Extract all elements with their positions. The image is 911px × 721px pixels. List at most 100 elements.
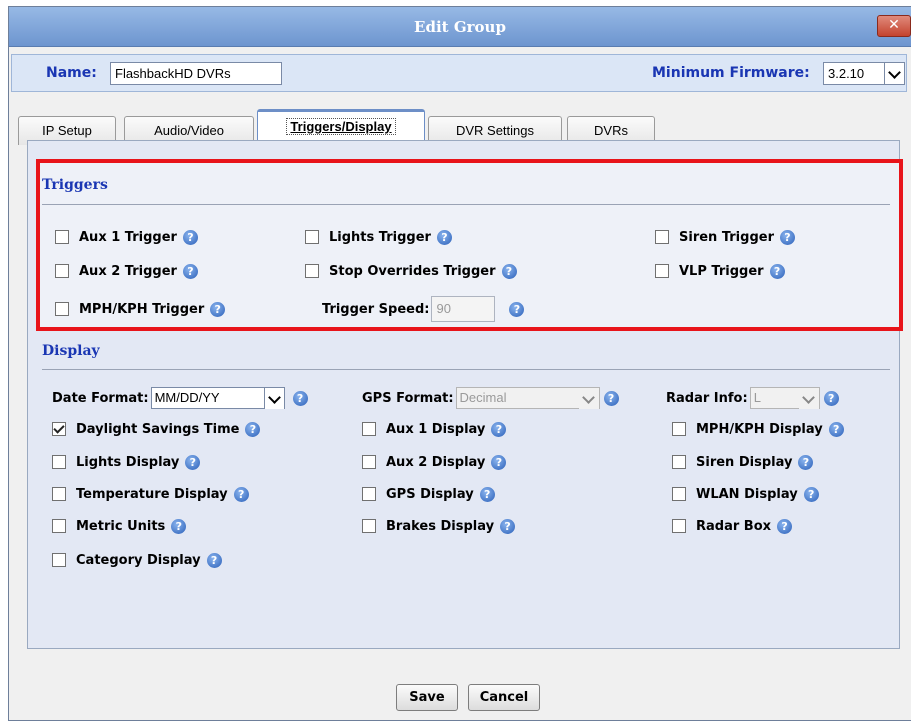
lights-display-option[interactable]: Lights Display ? [52, 453, 201, 471]
tab-label: IP Setup [42, 123, 92, 138]
gps-format-label: GPS Format: [362, 390, 454, 406]
trigger-speed-label: Trigger Speed: [322, 301, 430, 317]
aux1-trigger-label: Aux 1 Trigger [79, 229, 177, 245]
temperature-display-checkbox[interactable] [52, 487, 66, 501]
siren-trigger-checkbox[interactable] [655, 230, 669, 244]
help-icon[interactable]: ? [777, 518, 793, 534]
title-bar[interactable]: Edit Group ✕ [9, 7, 911, 47]
aux1-display-option[interactable]: Aux 1 Display ? [362, 420, 507, 438]
dialog-title: Edit Group [414, 18, 506, 36]
lights-display-checkbox[interactable] [52, 455, 66, 469]
help-icon[interactable]: ? [769, 263, 785, 279]
vlp-trigger-option[interactable]: VLP Trigger ? [655, 262, 785, 280]
mph-kph-display-option[interactable]: MPH/KPH Display ? [672, 420, 844, 438]
help-icon[interactable]: ? [292, 390, 308, 406]
stop-overrides-trigger-checkbox[interactable] [305, 264, 319, 278]
tab-triggers-display[interactable]: Triggers/Display [257, 109, 425, 143]
chevron-down-icon[interactable] [263, 388, 284, 409]
siren-trigger-option[interactable]: Siren Trigger ? [655, 228, 795, 246]
tab-label: Triggers/Display [286, 118, 396, 135]
siren-display-label: Siren Display [696, 454, 793, 470]
help-icon[interactable]: ? [501, 263, 517, 279]
help-icon[interactable]: ? [479, 486, 495, 502]
help-icon[interactable]: ? [509, 301, 525, 317]
brakes-display-checkbox[interactable] [362, 519, 376, 533]
vlp-trigger-label: VLP Trigger [679, 263, 764, 279]
category-display-checkbox[interactable] [52, 553, 66, 567]
temperature-display-option[interactable]: Temperature Display ? [52, 485, 249, 503]
chevron-down-icon[interactable] [578, 388, 599, 409]
aux2-trigger-checkbox[interactable] [55, 264, 69, 278]
radar-box-checkbox[interactable] [672, 519, 686, 533]
help-icon[interactable]: ? [210, 301, 226, 317]
siren-trigger-label: Siren Trigger [679, 229, 774, 245]
help-icon[interactable]: ? [823, 390, 839, 406]
vlp-trigger-checkbox[interactable] [655, 264, 669, 278]
gps-format-select[interactable]: Decimal [455, 387, 600, 409]
aux1-display-checkbox[interactable] [362, 422, 376, 436]
mph-kph-trigger-checkbox[interactable] [55, 302, 69, 316]
help-icon[interactable]: ? [182, 229, 198, 245]
wlan-display-option[interactable]: WLAN Display ? [672, 485, 819, 503]
trigger-speed-input[interactable]: 90 [431, 296, 496, 322]
triggers-section-title: Triggers [42, 177, 108, 193]
category-display-option[interactable]: Category Display ? [52, 551, 222, 569]
metric-units-label: Metric Units [76, 518, 166, 534]
daylight-savings-option[interactable]: Daylight Savings Time ? [52, 420, 261, 438]
help-icon[interactable]: ? [171, 518, 187, 534]
gps-display-checkbox[interactable] [362, 487, 376, 501]
cancel-button[interactable]: Cancel [468, 684, 540, 711]
aux2-display-checkbox[interactable] [362, 455, 376, 469]
siren-display-checkbox[interactable] [672, 455, 686, 469]
brakes-display-option[interactable]: Brakes Display ? [362, 517, 516, 535]
help-icon[interactable]: ? [206, 552, 222, 568]
help-icon[interactable]: ? [491, 454, 507, 470]
close-icon[interactable]: ✕ [877, 15, 911, 37]
aux1-trigger-option[interactable]: Aux 1 Trigger ? [55, 228, 198, 246]
chevron-down-icon[interactable] [798, 388, 819, 409]
lights-trigger-checkbox[interactable] [305, 230, 319, 244]
help-icon[interactable]: ? [779, 229, 795, 245]
aux2-trigger-label: Aux 2 Trigger [79, 263, 177, 279]
stop-overrides-trigger-option[interactable]: Stop Overrides Trigger ? [305, 262, 517, 280]
help-icon[interactable]: ? [182, 263, 198, 279]
help-icon[interactable]: ? [828, 421, 844, 437]
aux1-trigger-checkbox[interactable] [55, 230, 69, 244]
metric-units-option[interactable]: Metric Units ? [52, 517, 187, 535]
radar-info-value: L [753, 390, 761, 405]
date-format-select[interactable]: MM/DD/YY [150, 387, 285, 409]
help-icon[interactable]: ? [491, 421, 507, 437]
minimum-firmware-select[interactable]: 3.2.10 [823, 62, 905, 85]
help-icon[interactable]: ? [185, 454, 201, 470]
radar-info-label: Radar Info: [666, 390, 748, 406]
mph-kph-display-checkbox[interactable] [672, 422, 686, 436]
date-format-value: MM/DD/YY [154, 390, 220, 405]
metric-units-checkbox[interactable] [52, 519, 66, 533]
daylight-savings-checkbox[interactable] [52, 422, 66, 436]
help-icon[interactable]: ? [245, 421, 261, 437]
gps-display-option[interactable]: GPS Display ? [362, 485, 495, 503]
radar-info-select[interactable]: L [749, 387, 820, 409]
help-icon[interactable]: ? [436, 229, 452, 245]
save-button[interactable]: Save [396, 684, 458, 711]
radar-box-option[interactable]: Radar Box ? [672, 517, 793, 535]
wlan-display-checkbox[interactable] [672, 487, 686, 501]
name-input[interactable]: FlashbackHD DVRs [110, 62, 282, 85]
help-icon[interactable]: ? [603, 390, 619, 406]
aux2-trigger-option[interactable]: Aux 2 Trigger ? [55, 262, 198, 280]
aux2-display-option[interactable]: Aux 2 Display ? [362, 453, 507, 471]
gps-display-label: GPS Display [386, 486, 474, 502]
trigger-speed-group: Trigger Speed: 90 ? [322, 296, 525, 322]
help-icon[interactable]: ? [798, 454, 814, 470]
aux1-display-label: Aux 1 Display [386, 421, 486, 437]
name-label: Name: [46, 65, 97, 81]
help-icon[interactable]: ? [803, 486, 819, 502]
help-icon[interactable]: ? [500, 518, 516, 534]
help-icon[interactable]: ? [233, 486, 249, 502]
lights-trigger-option[interactable]: Lights Trigger ? [305, 228, 452, 246]
chevron-down-icon[interactable] [884, 63, 904, 84]
wlan-display-label: WLAN Display [696, 486, 798, 502]
mph-kph-trigger-option[interactable]: MPH/KPH Trigger ? [55, 300, 226, 318]
siren-display-option[interactable]: Siren Display ? [672, 453, 814, 471]
radar-box-label: Radar Box [696, 518, 772, 534]
